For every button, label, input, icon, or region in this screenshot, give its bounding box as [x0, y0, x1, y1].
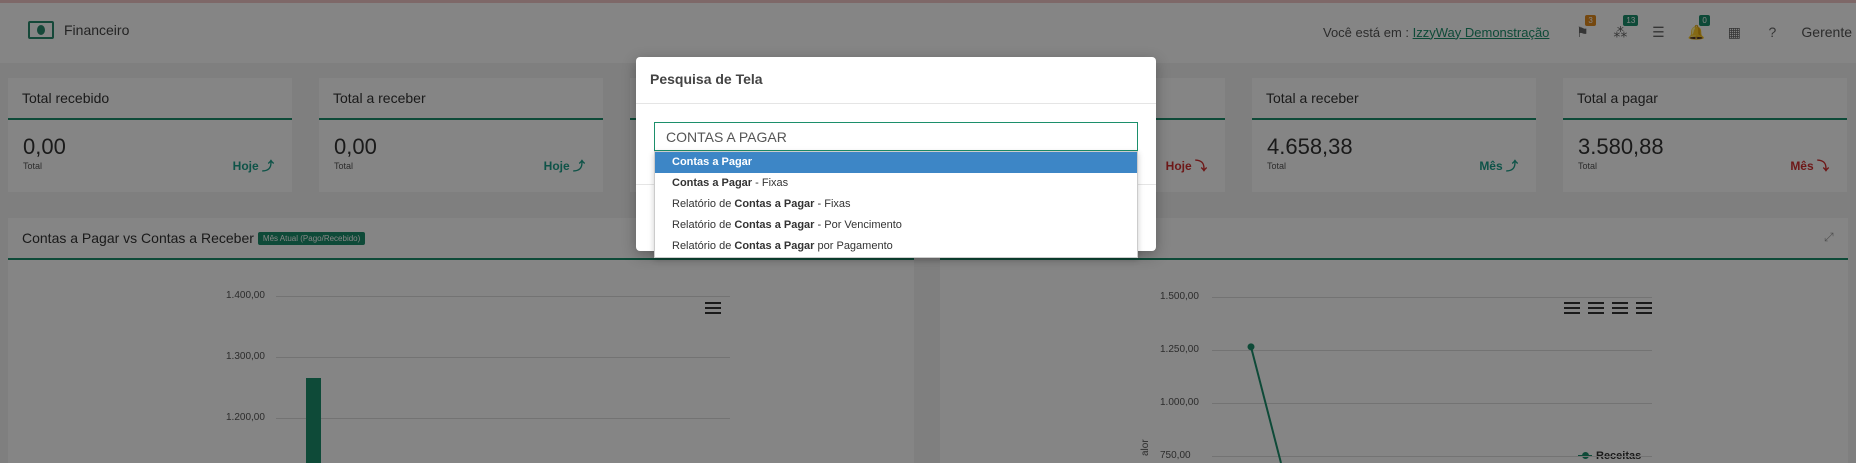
autocomplete-option[interactable]: Contas a Pagar [655, 152, 1137, 173]
modal-title: Pesquisa de Tela [650, 71, 763, 87]
autocomplete-dropdown: Contas a Pagar Contas a Pagar - Fixas Re… [654, 151, 1138, 258]
autocomplete-option[interactable]: Contas a Pagar - Fixas [655, 173, 1137, 194]
autocomplete-option[interactable]: Relatório de Contas a Pagar - Por Vencim… [655, 215, 1137, 236]
screen-search-input[interactable] [654, 122, 1138, 151]
autocomplete-option[interactable]: Relatório de Contas a Pagar por Pagament… [655, 236, 1137, 257]
autocomplete-option[interactable]: Relatório de Contas a Pagar - Fixas [655, 194, 1137, 215]
modal-header: Pesquisa de Tela [636, 57, 1156, 104]
